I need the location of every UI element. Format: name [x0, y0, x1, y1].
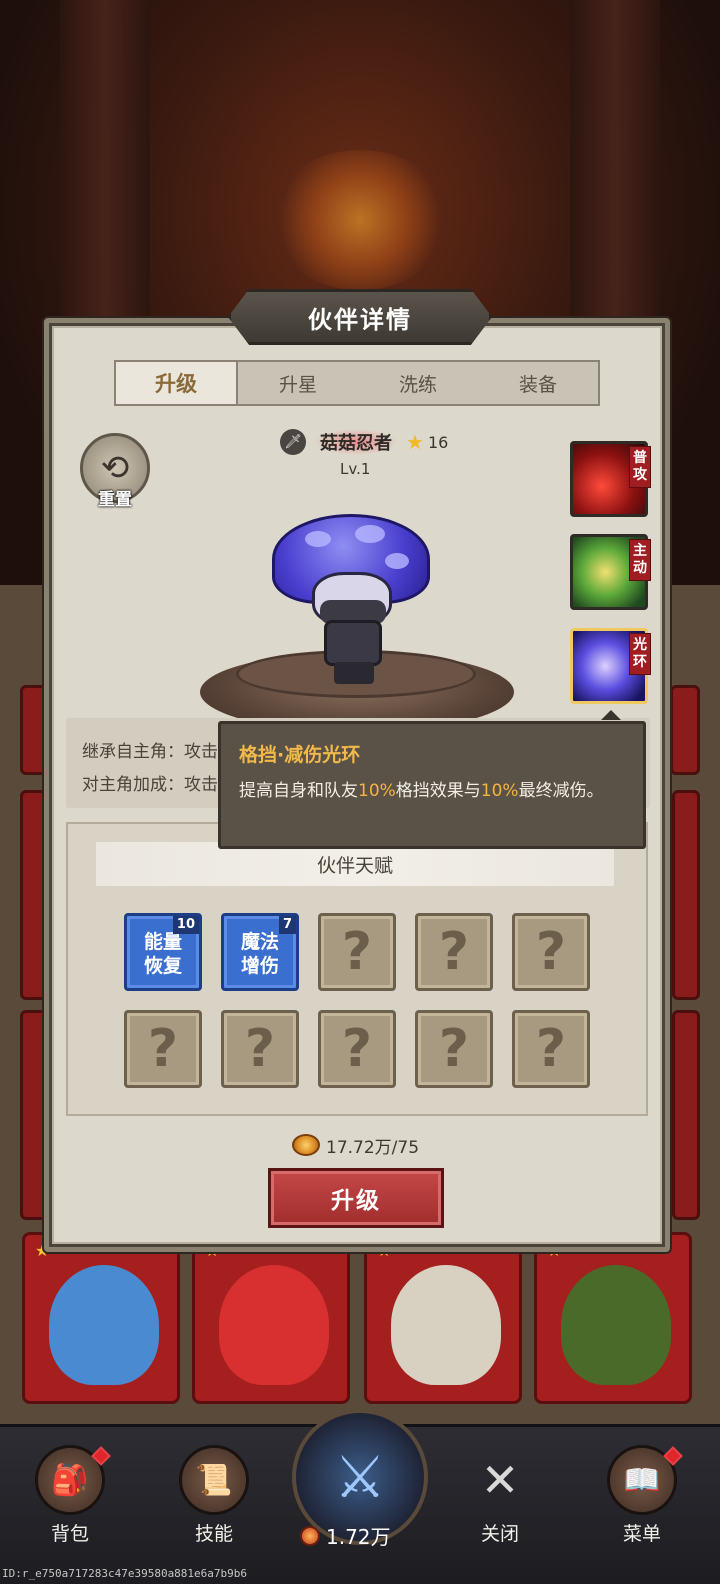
- skeleton-creature-icon: [391, 1265, 501, 1385]
- talent-name-line2: 增伤: [240, 955, 279, 977]
- talent-slot-locked[interactable]: ?: [415, 913, 493, 991]
- inherit-line-1: 继承自主角：攻击: [82, 742, 218, 762]
- upgrade-button[interactable]: 升级: [268, 1168, 444, 1228]
- sword-icon: 🗡: [280, 429, 306, 455]
- nav-skills[interactable]: 📜 技能: [164, 1445, 264, 1546]
- tooltip-text: 提高自身和队友: [239, 781, 358, 801]
- bg-card: [672, 790, 700, 1000]
- partner-name: 菇菇忍者: [314, 429, 398, 455]
- talent-name-line2: 恢复: [143, 955, 182, 977]
- talent-level: 7: [278, 916, 296, 934]
- coin-icon: [292, 1134, 320, 1156]
- tab-upgrade[interactable]: 升级: [114, 360, 238, 406]
- star-icon: ★: [406, 430, 424, 454]
- tab-equipment[interactable]: 装备: [478, 362, 598, 404]
- partner-level: Lv.1: [340, 460, 371, 478]
- nav-menu[interactable]: 📖 菜单: [592, 1445, 692, 1546]
- skill-tag: 主动: [629, 539, 651, 581]
- crossed-blades-icon: ✕: [480, 1453, 520, 1507]
- tooltip-description: 提高自身和队友10%格挡效果与10%最终减伤。: [239, 777, 625, 806]
- bg-card: [672, 1010, 700, 1220]
- bg-glow: [270, 150, 450, 290]
- cap-spot: [355, 525, 385, 543]
- talent-slot-locked[interactable]: ?: [415, 1010, 493, 1088]
- treant-creature-icon: [561, 1265, 671, 1385]
- bg-partner-card[interactable]: ★: [22, 1232, 180, 1404]
- skill-tag: 普攻: [629, 446, 651, 488]
- skill-basic-attack[interactable]: 普攻: [570, 441, 651, 517]
- bg-partner-card[interactable]: ★: [364, 1232, 522, 1404]
- power-orb-icon: [300, 1525, 320, 1546]
- star-count: 16: [427, 432, 449, 452]
- character-legs: [334, 662, 374, 684]
- bg-partner-card[interactable]: ★: [192, 1232, 350, 1404]
- tab-bar: 升级 升星 洗练 装备: [114, 360, 600, 406]
- partner-header: 🗡 菇菇忍者 ★ 16: [280, 428, 448, 456]
- bottom-nav: 🎒 背包 📜 技能 ⚔ 1.72万 ✕ 关闭 📖 菜单: [0, 1409, 720, 1584]
- skill-tooltip: 格挡·减伤光环 提高自身和队友10%格挡效果与10%最终减伤。: [218, 710, 646, 849]
- tooltip-value: 10%: [358, 781, 396, 801]
- tab-refine[interactable]: 洗练: [358, 362, 478, 404]
- bg-card: [670, 685, 700, 775]
- upgrade-cost: 17.72万/75: [292, 1132, 419, 1158]
- reset-label: 重置: [98, 490, 132, 510]
- cap-spot: [385, 553, 409, 569]
- cost-text: 17.72万/75: [326, 1137, 420, 1158]
- power-text: 1.72万: [326, 1525, 391, 1549]
- character-body: [324, 620, 382, 666]
- modal-title: 伙伴详情: [228, 289, 492, 345]
- crossed-swords-icon: ⚔: [334, 1443, 386, 1511]
- nav-label: 关闭: [480, 1523, 519, 1545]
- power-value: 1.72万: [300, 1521, 420, 1550]
- skill-aura[interactable]: 光环: [570, 628, 651, 704]
- nav-label: 技能: [194, 1523, 233, 1545]
- talent-slot-locked[interactable]: ?: [318, 1010, 396, 1088]
- scroll-icon: 📜: [179, 1445, 249, 1515]
- reset-button[interactable]: ⟲ 重置: [78, 433, 152, 513]
- tooltip-value: 10%: [480, 781, 519, 801]
- skill-tag: 光环: [629, 633, 651, 675]
- inherit-line-2: 对主角加成：攻击: [82, 775, 218, 795]
- tooltip-title: 格挡·减伤光环: [239, 744, 361, 766]
- tooltip-text: 格挡效果与: [395, 781, 481, 801]
- nav-label: 背包: [50, 1523, 89, 1545]
- talent-slot-locked[interactable]: ?: [512, 913, 590, 991]
- nav-close[interactable]: ✕ 关闭: [450, 1445, 550, 1546]
- talent-slot-energy-recovery[interactable]: 10 能量 恢复: [124, 913, 202, 991]
- tab-star-up[interactable]: 升星: [238, 362, 358, 404]
- nav-backpack[interactable]: 🎒 背包: [20, 1445, 120, 1546]
- talent-slot-locked[interactable]: ?: [221, 1010, 299, 1088]
- bg-partner-card[interactable]: ★: [534, 1232, 692, 1404]
- nav-label: 菜单: [622, 1523, 661, 1545]
- talent-slot-locked[interactable]: ?: [124, 1010, 202, 1088]
- whale-creature-icon: [49, 1265, 159, 1385]
- talent-slot-locked[interactable]: ?: [318, 913, 396, 991]
- crab-creature-icon: [219, 1265, 329, 1385]
- talent-level: 10: [172, 916, 199, 934]
- tooltip-text: 最终减伤。: [518, 781, 604, 801]
- cap-spot: [305, 531, 331, 547]
- talent-slot-magic-damage[interactable]: 7 魔法 增伤: [221, 913, 299, 991]
- footer-id: ID:r_e750a717283c47e39580a881e6a7b9b6: [2, 1567, 248, 1580]
- talent-slot-locked[interactable]: ?: [512, 1010, 590, 1088]
- skill-active[interactable]: 主动: [570, 534, 651, 610]
